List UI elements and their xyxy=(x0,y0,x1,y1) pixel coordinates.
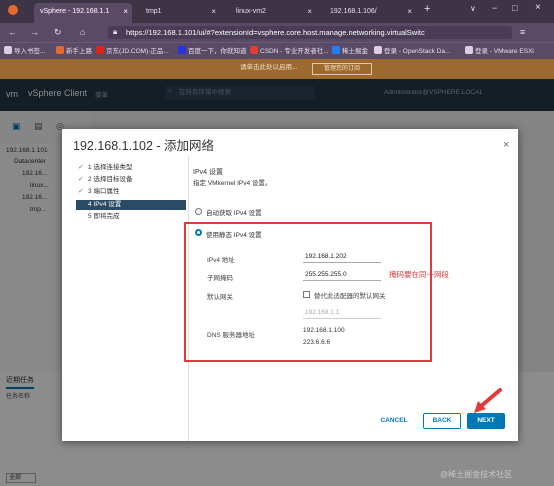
close-tab-icon[interactable]: × xyxy=(407,3,412,21)
tab-label: 192.168.1.106/ xyxy=(330,8,377,15)
bookmark-label: 新手上路 xyxy=(66,48,92,55)
step-number: 2 xyxy=(88,176,92,183)
bookmark-item[interactable]: 导入书签... xyxy=(4,46,45,57)
firefox-icon xyxy=(56,46,64,54)
bookmark-label: 登录 - VMware ESXi xyxy=(475,48,534,55)
step-number: 1 xyxy=(88,164,92,171)
section-title: IPv4 设置 xyxy=(193,169,223,176)
step-number: 3 xyxy=(88,188,92,195)
notice-text: 请单击此处以启用... xyxy=(240,64,298,71)
notice-button[interactable]: 管理您的订阅 xyxy=(312,63,372,75)
red-arrow-icon xyxy=(474,388,502,413)
wizard-step-4[interactable]: 4 IPv4 设置 xyxy=(76,200,186,210)
close-tab-icon[interactable]: × xyxy=(211,3,216,21)
globe-icon xyxy=(465,46,473,54)
default-gateway-label: 默认网关 xyxy=(207,294,233,301)
reload-icon[interactable]: ↻ xyxy=(54,25,62,39)
bookmark-label: 京东(JD.COM)-正品... xyxy=(106,48,169,55)
bookmark-label: 百度一下，你就知道 xyxy=(188,48,247,55)
bookmark-item[interactable]: CSDN - 专业开发者社... xyxy=(250,46,329,57)
tab-label: linux-vm2 xyxy=(236,8,266,15)
browser-tab-bar: vSphere - 192.168.1.1 × tmp1 × linux-vm2… xyxy=(0,0,554,23)
close-dialog-icon[interactable]: × xyxy=(503,139,509,151)
bookmark-item[interactable]: 新手上路 xyxy=(56,46,92,57)
url-bar[interactable]: https://192.168.1.101/ui/#?extensionId=v… xyxy=(108,26,512,39)
bookmarks-bar: 导入书签... 新手上路 京东(JD.COM)-正品... 百度一下，你就知道 … xyxy=(0,42,554,59)
jd-icon xyxy=(96,46,104,54)
lock-icon[interactable]: 🔒︎ xyxy=(113,27,117,37)
auto-ipv4-label: 自动获取 IPv4 设置 xyxy=(206,210,262,217)
maximize-icon[interactable]: □ xyxy=(512,3,517,13)
tab-label: tmp1 xyxy=(146,8,162,15)
back-arrow-icon[interactable]: ← xyxy=(8,25,17,39)
bookmark-item[interactable]: 稀土掘金 xyxy=(332,46,368,57)
baidu-icon xyxy=(178,46,186,54)
extensions-icon[interactable]: ≡ xyxy=(520,25,525,39)
section-subtitle: 指定 VMkernel IPv4 设置。 xyxy=(193,180,272,187)
wizard-step-1[interactable]: ✓ 1 选择连接类型 xyxy=(76,163,186,173)
step-label: 选择目标设备 xyxy=(93,176,133,183)
close-window-icon[interactable]: × xyxy=(535,2,541,13)
next-button[interactable]: NEXT xyxy=(467,413,505,429)
gateway-input[interactable]: 192.168.1.1 xyxy=(303,308,381,319)
watermark: @稀土掘金技术社区 xyxy=(440,470,513,479)
back-button[interactable]: BACK xyxy=(423,413,461,429)
close-tab-icon[interactable]: × xyxy=(123,3,128,21)
tab-list-icon[interactable]: ∨ xyxy=(470,4,476,13)
home-icon[interactable]: ⌂ xyxy=(80,25,85,39)
dialog-title: 192.168.1.102 - 添加网络 xyxy=(73,139,215,153)
forward-arrow-icon[interactable]: → xyxy=(30,25,39,39)
globe-icon xyxy=(374,46,382,54)
step-number: 4 xyxy=(88,201,92,208)
bookmark-item[interactable]: 百度一下，你就知道 xyxy=(178,46,247,57)
tab-label: vSphere - 192.168.1.1 xyxy=(40,8,110,15)
new-tab-button[interactable]: + xyxy=(424,3,430,15)
static-ipv4-label: 使用静态 IPv4 设置 xyxy=(206,232,262,239)
bookmark-label: 稀土掘金 xyxy=(342,48,368,55)
wizard-steps xyxy=(73,156,189,441)
step-label: 即将完成 xyxy=(93,213,120,220)
ipv4-address-input[interactable]: 192.168.1.202 xyxy=(303,252,381,263)
bookmark-label: 导入书签... xyxy=(14,48,46,55)
tab-vsphere[interactable]: vSphere - 192.168.1.1 × xyxy=(34,3,132,23)
wizard-step-2[interactable]: ✓ 2 选择目标设备 xyxy=(76,175,186,185)
annotation-text: 掩码要在同一网段 xyxy=(389,270,449,279)
step-label: 端口属性 xyxy=(93,188,120,195)
static-ipv4-radio[interactable] xyxy=(195,229,202,236)
step-label: 选择连接类型 xyxy=(93,164,133,171)
cancel-button[interactable]: CANCEL xyxy=(374,414,414,428)
juejin-icon xyxy=(332,46,340,54)
wizard-step-3[interactable]: ✓ 3 端口属性 xyxy=(76,187,186,197)
dns-value-2: 223.6.6.6 xyxy=(303,339,331,346)
override-gateway-label: 替代此适配器的默认网关 xyxy=(314,293,386,300)
bookmark-item[interactable]: 京东(JD.COM)-正品... xyxy=(96,46,169,57)
subnet-mask-label: 子网掩码 xyxy=(207,275,233,282)
check-icon: ✓ xyxy=(78,188,84,195)
csdn-icon xyxy=(250,46,258,54)
override-gateway-checkbox[interactable] xyxy=(303,291,310,298)
check-icon: ✓ xyxy=(78,176,84,183)
dns-value-1: 192.168.1.100 xyxy=(303,327,345,334)
minimize-icon[interactable]: − xyxy=(492,3,497,13)
tab-192-168-1-106[interactable]: 192.168.1.106/ × xyxy=(324,3,416,23)
ipv4-address-label: IPv4 地址 xyxy=(207,257,235,264)
bookmark-label: 登录 - OpenStack Da... xyxy=(384,48,451,55)
wizard-step-5[interactable]: 5 即将完成 xyxy=(76,212,186,222)
firefox-logo-icon xyxy=(8,5,18,15)
bookmark-item[interactable]: 登录 - OpenStack Da... xyxy=(374,46,450,57)
subnet-mask-input[interactable]: 255.255.255.0 xyxy=(303,270,381,281)
bookmark-label: CSDN - 专业开发者社... xyxy=(260,48,329,55)
auto-ipv4-radio[interactable] xyxy=(195,208,202,215)
folder-icon xyxy=(4,46,12,54)
tab-linux-vm2[interactable]: linux-vm2 × xyxy=(230,3,316,23)
tab-tmp1[interactable]: tmp1 × xyxy=(140,3,220,23)
close-tab-icon[interactable]: × xyxy=(307,3,312,21)
check-icon: ✓ xyxy=(78,164,84,171)
bookmark-item[interactable]: 登录 - VMware ESXi xyxy=(465,46,534,57)
step-number: 5 xyxy=(88,213,92,220)
dns-label: DNS 服务器地址 xyxy=(207,332,256,339)
step-label: IPv4 设置 xyxy=(93,201,122,208)
